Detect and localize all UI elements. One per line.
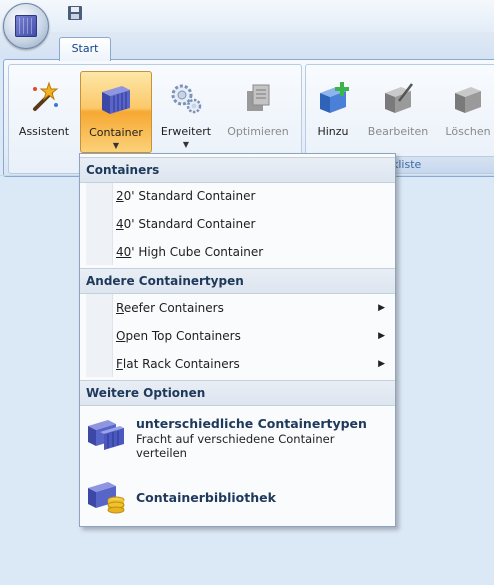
loeschen-button[interactable]: Löschen — [438, 71, 494, 151]
magic-wand-icon — [33, 81, 59, 111]
menu-item-label: ' High Cube Container — [131, 245, 264, 259]
submenu-arrow-icon: ▶ — [378, 359, 385, 369]
application-menu-button[interactable] — [3, 3, 49, 49]
save-icon[interactable] — [67, 5, 83, 21]
menu-item-40-high-cube[interactable]: 40' High Cube Container — [116, 240, 391, 264]
menu-item-label: 0' Standard Container — [123, 217, 256, 231]
menu-item-label: 0' Standard Container — [123, 189, 256, 203]
submenu-arrow-icon: ▶ — [378, 331, 385, 341]
mnemonic: F — [116, 357, 123, 371]
menu-section-weitere: Weitere Optionen — [80, 380, 395, 406]
menu-section-andere: Andere Containertypen — [80, 268, 395, 294]
menu-item-mixed-containers[interactable]: unterschiedliche Containertypen Fracht a… — [86, 416, 391, 464]
edit-box-icon — [385, 83, 413, 113]
chevron-down-icon: ▼ — [182, 140, 190, 149]
menu-section-containers: Containers — [80, 157, 395, 183]
mnemonic: 40 — [116, 245, 132, 259]
menu-gutter — [86, 293, 113, 377]
container-label: Container — [89, 126, 143, 139]
multi-container-icon — [88, 420, 124, 450]
container-library-icon — [88, 482, 125, 514]
menu-item-container-library[interactable]: Containerbibliothek — [86, 480, 391, 516]
menu-item-20-standard[interactable]: 20' Standard Container — [116, 184, 391, 208]
mnemonic: 4 — [116, 217, 124, 231]
option-description: Fracht auf verschiedene Container vertei… — [136, 432, 335, 460]
container-dropdown-menu: Containers 20' Standard Container 40' St… — [79, 153, 396, 527]
tab-start[interactable]: Start — [59, 37, 111, 61]
menu-item-label: eefer Containers — [123, 301, 224, 315]
gears-icon — [171, 84, 202, 114]
menu-item-label: lat Rack Containers — [122, 357, 240, 371]
loeschen-label: Löschen — [445, 125, 491, 138]
mnemonic: R — [116, 301, 124, 315]
optimieren-button[interactable]: Optimieren — [222, 71, 294, 151]
delete-box-icon — [455, 87, 481, 113]
bearbeiten-label: Bearbeiten — [367, 125, 429, 138]
menu-item-open-top[interactable]: Open Top Containers ▶ — [116, 324, 391, 348]
menu-item-label: pen Top Containers — [125, 329, 241, 343]
option-title: unterschiedliche Containertypen — [136, 416, 367, 431]
assistent-button[interactable]: Assistent — [13, 71, 75, 151]
submenu-arrow-icon: ▶ — [378, 303, 385, 313]
menu-item-40-standard[interactable]: 40' Standard Container — [116, 212, 391, 236]
optimieren-label: Optimieren — [227, 125, 289, 138]
chevron-down-icon: ▼ — [112, 141, 120, 150]
menu-item-reefer[interactable]: Reefer Containers ▶ — [116, 296, 391, 320]
erweitert-label: Erweitert — [160, 125, 212, 138]
hinzu-label: Hinzu — [317, 125, 349, 138]
mnemonic: 2 — [116, 189, 124, 203]
container-logo-icon — [15, 15, 37, 37]
container-icon — [102, 86, 130, 114]
menu-item-flat-rack[interactable]: Flat Rack Containers ▶ — [116, 352, 391, 376]
menu-gutter — [86, 181, 113, 265]
container-button[interactable]: Container ▼ — [80, 71, 152, 153]
add-box-icon — [320, 82, 349, 113]
optimize-icon — [247, 84, 270, 111]
option-title: Containerbibliothek — [136, 490, 276, 505]
bearbeiten-button[interactable]: Bearbeiten — [362, 71, 434, 151]
assistent-label: Assistent — [18, 125, 70, 138]
hinzu-button[interactable]: Hinzu — [308, 71, 358, 151]
erweitert-button[interactable]: Erweitert ▼ — [154, 71, 218, 151]
